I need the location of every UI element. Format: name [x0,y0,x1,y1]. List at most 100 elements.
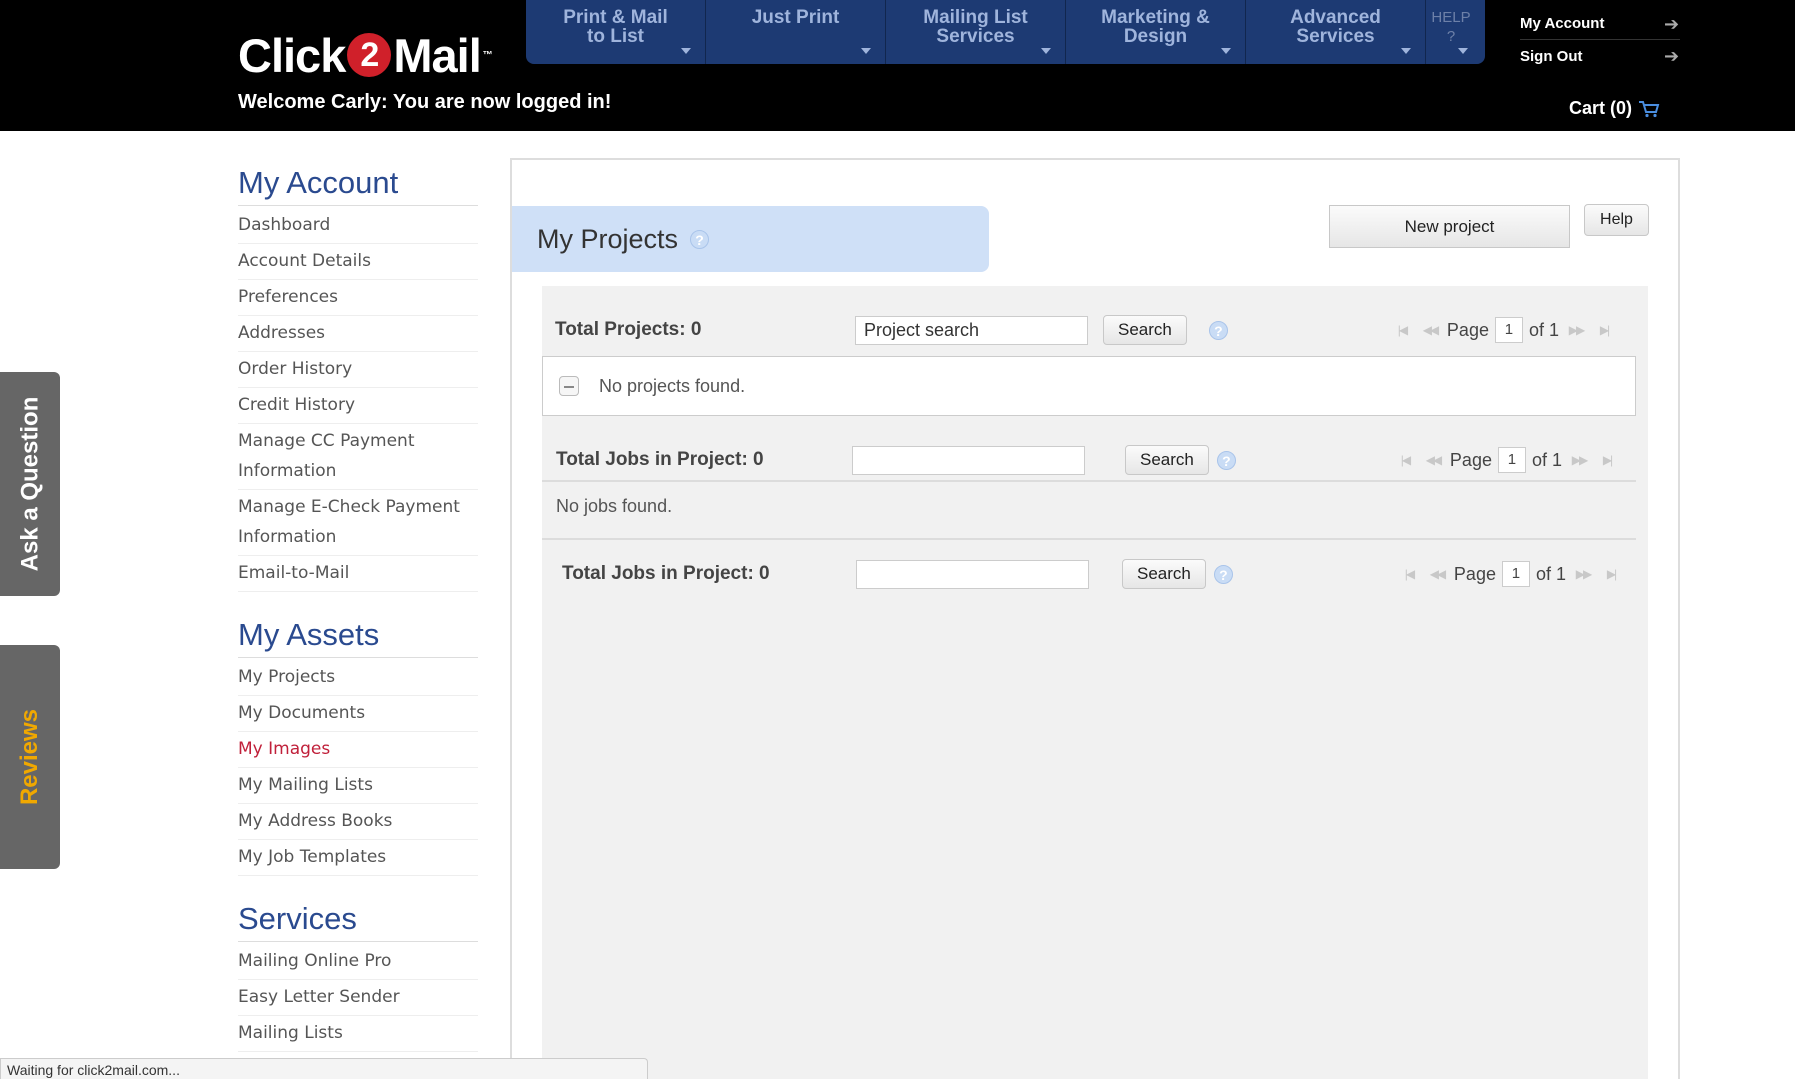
nav-label: Marketing & Design [1101,7,1210,47]
my-account-heading: My Account [238,160,478,206]
page-number-input[interactable]: 1 [1501,561,1530,587]
page-title-box: My Projects ? [512,206,989,272]
sidebar-item-dashboard[interactable]: Dashboard [238,208,478,244]
total-jobs-count: Total Jobs in Project: 0 [562,563,770,584]
arrow-right-icon: ➔ [1664,46,1680,66]
nav-help[interactable]: HELP ? [1426,0,1476,64]
last-page-icon[interactable]: ▶| [1600,567,1622,581]
sidebar-item-account-details[interactable]: Account Details [238,244,478,280]
sidebar-item-my-address-books[interactable]: My Address Books [238,804,478,840]
projects-toolbar: Total Projects: 0 Search ? |◀ ◀◀ Page 1 … [555,300,1635,360]
sidebar-item-order-history[interactable]: Order History [238,352,478,388]
welcome-message: Welcome Carly: You are now logged in! [238,91,612,113]
help-icon[interactable]: ? [1213,564,1233,584]
main-panel: My Projects ? New project Help Total Pro… [510,158,1680,1079]
help-button[interactable]: Help [1584,204,1649,236]
help-icon[interactable]: ? [1216,450,1236,470]
my-account-link[interactable]: My Account ➔ [1520,8,1680,40]
sidebar-item-mailing-lists[interactable]: Mailing Lists [238,1016,478,1052]
arrow-right-icon: ➔ [1664,13,1680,34]
cart-link[interactable]: Cart (0) [1569,98,1660,119]
divider [542,480,1636,482]
sign-out-link[interactable]: Sign Out ➔ [1520,40,1680,72]
browser-status-bar: Waiting for click2mail.com... [0,1058,648,1079]
last-page-icon[interactable]: ▶| [1593,323,1615,337]
chevron-down-icon [1458,48,1468,54]
nav-label: Mailing List Services [923,7,1028,47]
cart-label: Cart (0) [1569,98,1633,118]
chevron-down-icon [861,48,871,54]
main-nav: Print & Mail to List Just Print Mailing … [526,0,1485,64]
reviews-label: Reviews [16,708,43,806]
sidebar-item-email-to-mail[interactable]: Email-to-Mail [238,556,478,592]
prev-page-icon[interactable]: ◀◀ [1419,323,1441,337]
prev-page-icon[interactable]: ◀◀ [1422,453,1444,467]
sidebar-item-addresses[interactable]: Addresses [238,316,478,352]
reviews-tab[interactable]: Reviews [0,645,60,869]
my-account-label: My Account [1520,15,1605,32]
nav-label: Print & Mail to List [563,7,668,47]
nav-print-mail-to-list[interactable]: Print & Mail to List [526,0,706,64]
jobs-search-input[interactable] [852,445,1085,475]
sidebar-item-my-projects[interactable]: My Projects [238,660,478,696]
cart-icon [1639,100,1660,117]
next-page-icon[interactable]: ▶▶ [1572,567,1594,581]
page-number-input[interactable]: 1 [1497,447,1526,473]
next-page-icon[interactable]: ▶▶ [1568,453,1590,467]
next-page-icon[interactable]: ▶▶ [1565,323,1587,337]
account-links: My Account ➔ Sign Out ➔ [1520,8,1680,72]
logo-circle-2: 2 [347,33,392,77]
divider [542,538,1636,540]
project-search-button[interactable]: Search [1103,315,1187,345]
nav-advanced-services[interactable]: Advanced Services [1246,0,1426,64]
jobs-pager-top: |◀ ◀◀ Page 1 of 1 ▶▶ ▶| [1394,447,1618,473]
page-of-label: of 1 [1535,563,1566,584]
sidebar-item-my-mailing-lists[interactable]: My Mailing Lists [238,768,478,804]
sidebar: My Account Dashboard Account Details Pre… [238,160,478,1052]
sidebar-item-credit-history[interactable]: Credit History [238,388,478,424]
ask-a-question-label: Ask a Question [16,396,43,572]
last-page-icon[interactable]: ▶| [1596,453,1618,467]
sidebar-item-manage-echeck-payment[interactable]: Manage E-Check Payment Information [238,490,478,556]
nav-mailing-list-services[interactable]: Mailing List Services [886,0,1066,64]
jobs-search-input[interactable] [856,559,1089,589]
first-page-icon[interactable]: |◀ [1391,323,1413,337]
first-page-icon[interactable]: |◀ [1398,567,1420,581]
prev-page-icon[interactable]: ◀◀ [1426,567,1448,581]
nav-label: Just Print [751,7,840,28]
logo-text-click: Click [238,28,346,82]
chevron-down-icon [681,48,691,54]
sidebar-item-my-documents[interactable]: My Documents [238,696,478,732]
sidebar-item-my-job-templates[interactable]: My Job Templates [238,840,478,876]
collapse-icon[interactable] [559,376,579,396]
ask-a-question-tab[interactable]: Ask a Question [0,372,60,596]
chevron-down-icon [1221,48,1231,54]
jobs-search-button[interactable]: Search [1125,445,1209,475]
services-heading: Services [238,896,478,942]
nav-just-print[interactable]: Just Print [706,0,886,64]
sidebar-item-preferences[interactable]: Preferences [238,280,478,316]
nav-label: HELP ? [1431,9,1471,45]
sidebar-item-manage-cc-payment[interactable]: Manage CC Payment Information [238,424,478,490]
page-of-label: of 1 [1528,319,1559,340]
new-project-button[interactable]: New project [1329,205,1570,248]
first-page-icon[interactable]: |◀ [1394,453,1416,467]
jobs-search-button[interactable]: Search [1122,559,1206,589]
page-number-input[interactable]: 1 [1494,317,1523,343]
total-projects-count: Total Projects: 0 [555,319,702,340]
sidebar-item-easy-letter-sender[interactable]: Easy Letter Sender [238,980,478,1016]
help-icon[interactable]: ? [690,229,710,249]
sign-out-label: Sign Out [1520,47,1583,65]
no-jobs-message: No jobs found. [556,496,673,516]
click2mail-logo[interactable]: Click 2 Mail ™ [238,20,493,90]
nav-marketing-design[interactable]: Marketing & Design [1066,0,1246,64]
chevron-down-icon [1401,48,1411,54]
project-search-input[interactable] [855,315,1088,345]
chevron-down-icon [1041,48,1051,54]
jobs-pager-bottom: |◀ ◀◀ Page 1 of 1 ▶▶ ▶| [1398,561,1622,587]
sidebar-item-mailing-online-pro[interactable]: Mailing Online Pro [238,944,478,980]
help-icon[interactable]: ? [1208,320,1228,340]
sidebar-item-my-images[interactable]: My Images [238,732,478,768]
